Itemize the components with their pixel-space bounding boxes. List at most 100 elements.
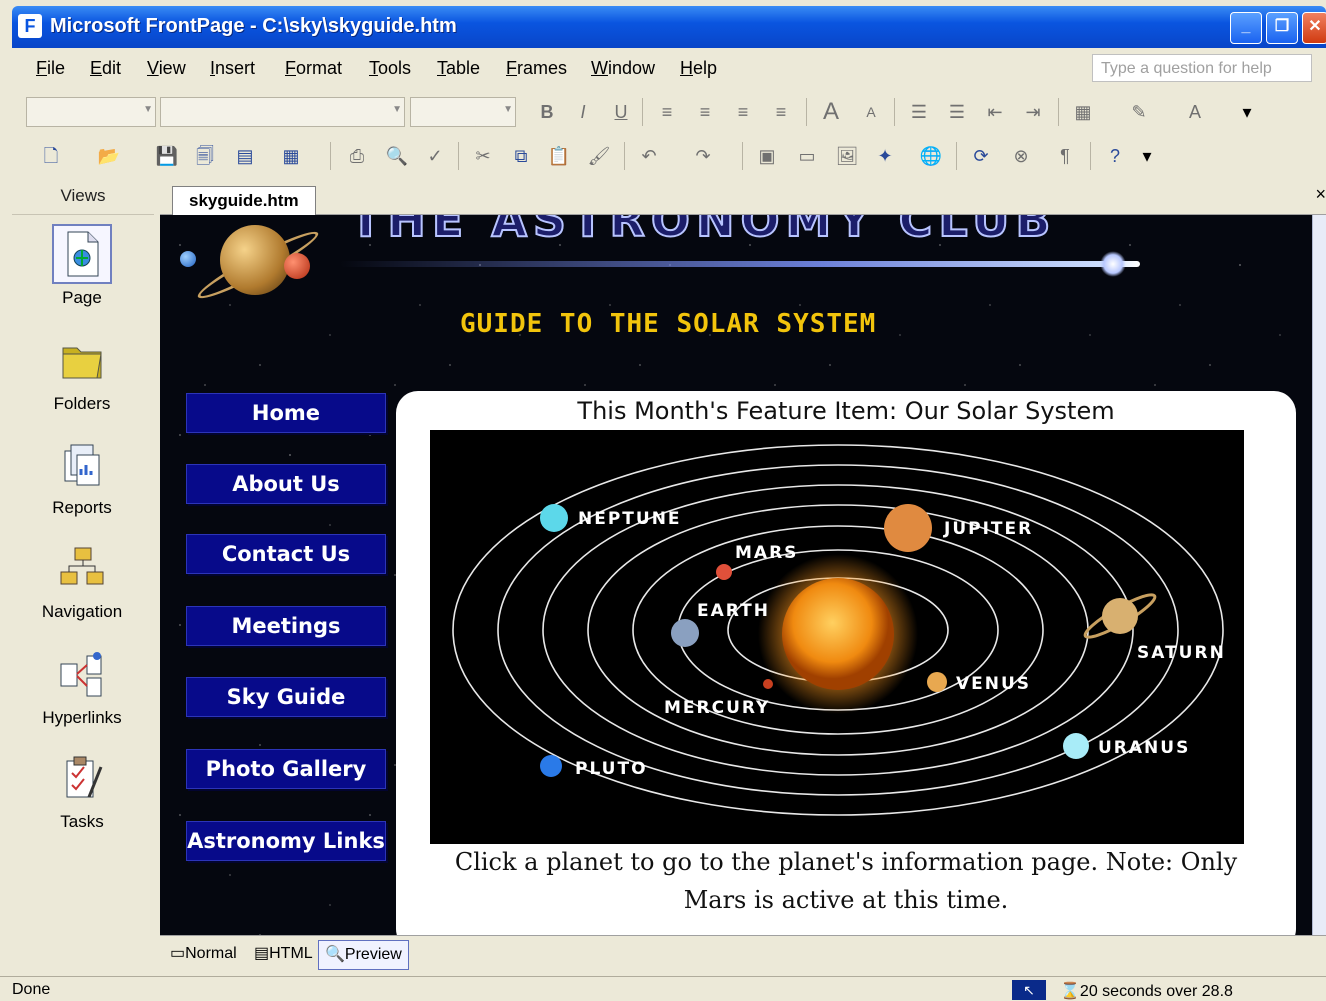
insert-layer-icon[interactable]: ▦ — [278, 144, 304, 168]
nav-home-button[interactable]: Home — [186, 393, 386, 433]
toggle-pane-icon[interactable]: ▤ — [232, 144, 258, 168]
close-button[interactable]: ✕ — [1302, 12, 1326, 44]
stop-icon[interactable]: ⊗ — [1008, 144, 1034, 168]
mars-planet[interactable] — [716, 564, 732, 580]
save-icon[interactable]: 💾 — [154, 144, 180, 168]
decrease-font-icon[interactable]: A — [858, 100, 884, 124]
close-document-icon[interactable]: × — [1315, 184, 1326, 205]
drawing-icon[interactable]: ✦ — [872, 144, 898, 168]
menu-view[interactable]: View — [147, 58, 186, 79]
neptune-planet[interactable] — [540, 504, 568, 532]
help-question-input[interactable]: Type a question for help — [1092, 54, 1312, 82]
menu-table[interactable]: Table — [437, 58, 480, 79]
nav-astronomy-links-button[interactable]: Astronomy Links — [186, 821, 386, 861]
minimize-button[interactable]: _ — [1230, 12, 1262, 44]
spelling-icon[interactable]: ✓ — [422, 144, 448, 168]
borders-icon[interactable]: ▦ — [1070, 100, 1096, 124]
view-hyperlinks[interactable]: Hyperlinks — [22, 644, 142, 740]
pluto-planet[interactable] — [540, 755, 562, 777]
toolbar-options-icon[interactable]: ▾ — [1134, 144, 1160, 168]
saturn-planet[interactable] — [1102, 598, 1138, 634]
menu-file[interactable]: File — [36, 58, 65, 79]
menu-window[interactable]: Window — [591, 58, 655, 79]
vertical-scrollbar[interactable] — [1312, 215, 1326, 935]
underline-icon[interactable]: U — [608, 100, 634, 124]
menu-format[interactable]: Format — [285, 58, 342, 79]
copy-icon[interactable]: ⧉ — [508, 144, 534, 168]
publish-icon[interactable]: 🗐 — [192, 144, 218, 168]
view-tasks[interactable]: Tasks — [22, 748, 142, 844]
justify-icon[interactable]: ≡ — [768, 100, 794, 124]
undo-icon[interactable]: ↶ — [636, 144, 662, 168]
show-all-icon[interactable]: ¶ — [1052, 144, 1078, 168]
nav-meetings-button[interactable]: Meetings — [186, 606, 386, 646]
redo-icon[interactable]: ↷ — [690, 144, 716, 168]
open-icon[interactable]: 📂 — [96, 144, 122, 168]
view-reports[interactable]: Reports — [22, 434, 142, 530]
font-size-combo[interactable]: ▼ — [410, 97, 516, 127]
standard-toolbar: 🗋 📂 💾 🗐 ▤ ▦ ⎙ 🔍 ✓ ✂ ⧉ 📋 🖌 ↶ ↷ ▣ ▭ 🖼 ✦ 🌐 … — [12, 134, 1326, 178]
bold-icon[interactable]: B — [534, 100, 560, 124]
help-icon[interactable]: ? — [1102, 144, 1128, 168]
paste-icon[interactable]: 📋 — [546, 144, 572, 168]
menu-frames[interactable]: Frames — [506, 58, 567, 79]
font-color-icon[interactable]: A — [1182, 100, 1208, 124]
views-bar: Views Page Folders Reports Navigation Hy… — [12, 178, 154, 978]
tab-html[interactable]: ▤HTML — [248, 940, 319, 968]
nav-photo-gallery-button[interactable]: Photo Gallery — [186, 749, 386, 789]
jupiter-label[interactable]: JUPITER — [943, 519, 1033, 539]
print-icon[interactable]: ⎙ — [344, 144, 370, 168]
comet-trail — [340, 261, 1140, 267]
venus-planet[interactable] — [927, 672, 947, 692]
view-folders[interactable]: Folders — [22, 330, 142, 426]
nav-sky-guide-button[interactable]: Sky Guide — [186, 677, 386, 717]
menu-tools[interactable]: Tools — [369, 58, 411, 79]
neptune-label[interactable]: NEPTUNE — [578, 509, 682, 529]
view-page[interactable]: Page — [22, 224, 142, 320]
highlight-icon[interactable]: ✎ — [1126, 100, 1152, 124]
align-right-icon[interactable]: ≡ — [730, 100, 756, 124]
font-combo[interactable]: ▼ — [160, 97, 405, 127]
venus-label[interactable]: VENUS — [956, 674, 1031, 694]
pluto-label[interactable]: PLUTO — [575, 759, 648, 779]
preview-in-browser-icon[interactable]: 🔍 — [384, 144, 410, 168]
insert-hyperlink-icon[interactable]: 🌐 — [918, 144, 944, 168]
align-center-icon[interactable]: ≡ — [692, 100, 718, 124]
align-left-icon[interactable]: ≡ — [654, 100, 680, 124]
format-painter-icon[interactable]: 🖌 — [586, 144, 612, 168]
earth-label[interactable]: EARTH — [697, 601, 770, 621]
nav-contact-us-button[interactable]: Contact Us — [186, 534, 386, 574]
mercury-label[interactable]: MERCURY — [664, 698, 770, 718]
web-component-icon[interactable]: ▣ — [754, 144, 780, 168]
tab-skyguide[interactable]: skyguide.htm — [172, 186, 316, 215]
decrease-indent-icon[interactable]: ⇤ — [982, 100, 1008, 124]
menu-insert[interactable]: Insert — [210, 58, 255, 79]
uranus-label[interactable]: URANUS — [1098, 738, 1190, 758]
bullets-icon[interactable]: ☰ — [944, 100, 970, 124]
refresh-icon[interactable]: ⟳ — [968, 144, 994, 168]
uranus-planet[interactable] — [1063, 733, 1089, 759]
increase-font-icon[interactable]: A — [818, 100, 844, 124]
insert-picture-icon[interactable]: 🖼 — [834, 144, 860, 168]
view-navigation[interactable]: Navigation — [22, 538, 142, 634]
earth-planet[interactable] — [671, 619, 699, 647]
tab-preview[interactable]: 🔍Preview — [318, 940, 409, 970]
new-page-icon[interactable]: 🗋 — [38, 144, 64, 168]
increase-indent-icon[interactable]: ⇥ — [1020, 100, 1046, 124]
jupiter-planet[interactable] — [884, 504, 932, 552]
numbering-icon[interactable]: ☰ — [906, 100, 932, 124]
cut-icon[interactable]: ✂ — [470, 144, 496, 168]
tab-normal[interactable]: ▭Normal — [164, 940, 243, 968]
mars-label[interactable]: MARS — [735, 543, 798, 563]
menu-edit[interactable]: Edit — [90, 58, 121, 79]
restore-button[interactable]: ❐ — [1266, 12, 1298, 44]
menu-help[interactable]: Help — [680, 58, 717, 79]
reports-icon — [52, 434, 112, 494]
mercury-planet[interactable] — [763, 679, 773, 689]
italic-icon[interactable]: I — [570, 100, 596, 124]
saturn-label[interactable]: SATURN — [1137, 643, 1226, 663]
toolbar-options-icon[interactable]: ▾ — [1234, 100, 1260, 124]
insert-table-icon[interactable]: ▭ — [794, 144, 820, 168]
nav-about-us-button[interactable]: About Us — [186, 464, 386, 504]
style-combo[interactable]: ▼ — [26, 97, 156, 127]
